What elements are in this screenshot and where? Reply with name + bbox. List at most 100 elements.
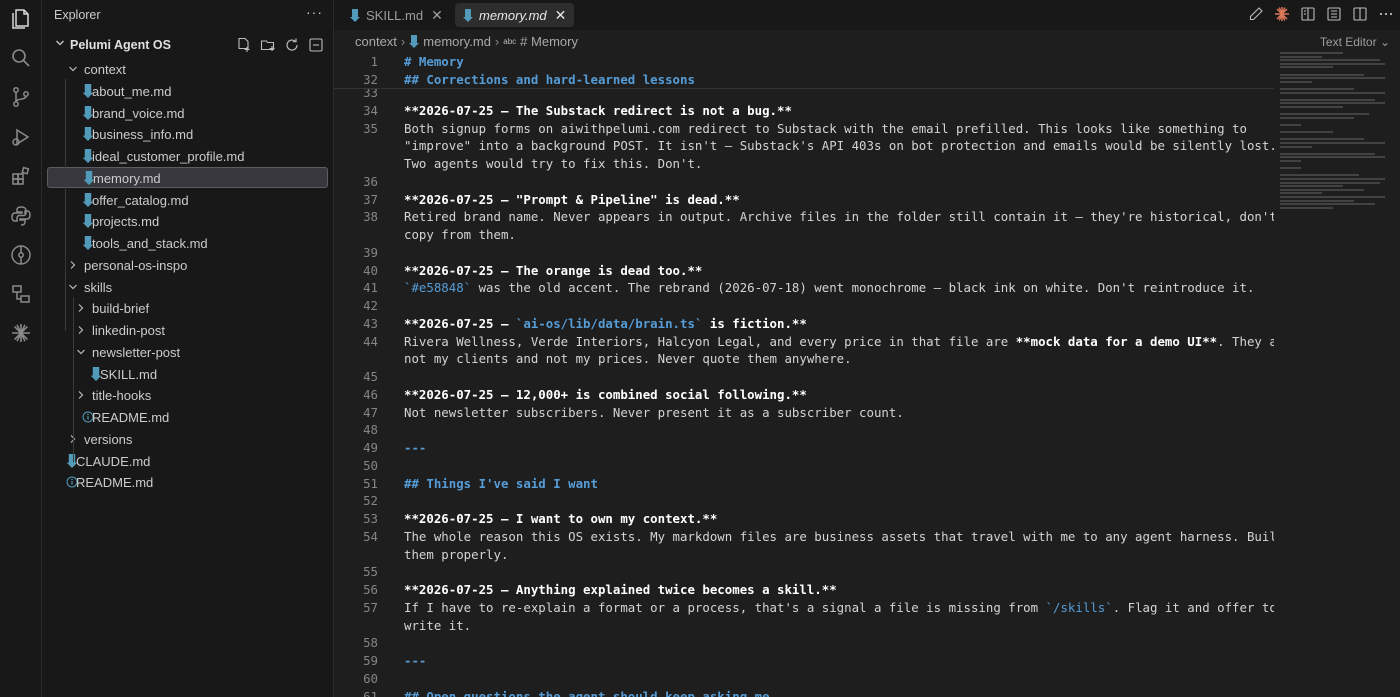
code-line[interactable]: The whole reason this OS exists. My mark… [404, 529, 1274, 544]
code-line[interactable]: **2026-07-25 — Anything explained twice … [404, 582, 837, 597]
code-line[interactable]: `#e58848` was the old accent. The rebran… [404, 280, 1254, 295]
gitlens-icon[interactable] [6, 240, 36, 270]
markdown-heading[interactable]: ## Things I've said I want [404, 476, 598, 491]
tree-item-label: brand_voice.md [92, 105, 185, 121]
code-line[interactable]: write it. [404, 618, 471, 633]
tree-file[interactable]: business_info.md [42, 124, 334, 145]
chevron-right-icon [78, 326, 84, 334]
tree-file[interactable]: memory.md [47, 166, 328, 188]
source-control-icon[interactable] [6, 82, 36, 112]
code-editor[interactable]: 33 34 **2026-07-25 — The Substack redirect… [334, 52, 1274, 697]
markdown-rule[interactable]: --- [404, 440, 426, 455]
breadcrumb-symbol[interactable]: # Memory [520, 34, 578, 49]
close-icon[interactable]: ✕ [431, 7, 443, 24]
new-file-icon[interactable] [236, 37, 252, 53]
markdown-file-icon [350, 8, 360, 22]
code-line[interactable]: **2026-07-25 — 12,000+ is combined socia… [404, 387, 807, 402]
line-number: 56 [363, 582, 378, 597]
close-icon[interactable]: ✕ [555, 7, 567, 24]
minimap-line [1280, 185, 1343, 188]
minimap-line [1280, 199, 1354, 202]
code-line[interactable]: **2026-07-25 — `ai-os/lib/data/brain.ts`… [404, 316, 807, 331]
code-line[interactable]: **2026-07-25 — I want to own my context.… [404, 511, 717, 526]
code-line[interactable]: Retired brand name. Never appears in out… [404, 209, 1274, 224]
minimap-line [1280, 98, 1375, 101]
split-editor-icon[interactable] [1352, 6, 1368, 22]
refresh-icon[interactable] [284, 37, 300, 53]
tree-folder[interactable]: newsletter-post [42, 342, 334, 363]
tree-file[interactable]: README.md [42, 407, 334, 428]
code-line[interactable]: **2026-07-25 — The Substack redirect is … [404, 103, 792, 118]
tree-file[interactable]: README.md [42, 472, 334, 493]
tab-memory-md[interactable]: memory.md ✕ [455, 3, 575, 27]
open-preview-icon[interactable] [1300, 6, 1316, 22]
search-icon[interactable] [6, 43, 36, 73]
tree-item-label: skills [84, 279, 113, 295]
line-number: 47 [363, 404, 378, 420]
tree-file[interactable]: about_me.md [42, 81, 334, 102]
code-line[interactable]: **2026-07-25 — The orange is dead too.** [404, 263, 702, 278]
run-debug-icon[interactable] [6, 122, 36, 152]
tree-file[interactable]: offer_catalog.md [42, 190, 334, 211]
tree-file[interactable]: projects.md [42, 211, 334, 232]
code-line[interactable]: **2026-07-25 — "Prompt & Pipeline" is de… [404, 192, 740, 207]
compare-icon[interactable] [1326, 6, 1342, 22]
tree-file[interactable]: brand_voice.md [42, 103, 334, 124]
claude-icon[interactable] [1274, 6, 1290, 22]
chevron-right-icon: › [400, 34, 406, 49]
line-number: 32 [363, 71, 378, 87]
breadcrumb-folder[interactable]: context [355, 34, 397, 49]
tree-item-label: newsletter-post [92, 344, 181, 360]
edit-pencil-icon[interactable] [1248, 6, 1264, 22]
breadcrumb-file[interactable]: memory.md [423, 34, 491, 49]
sticky-line[interactable]: ## Corrections and hard-learned lessons [404, 72, 695, 87]
extensions-icon[interactable] [6, 161, 36, 191]
sticky-scroll-header[interactable]: 1 # Memory 32 ## Corrections and hard-learn… [334, 52, 1274, 89]
code-line[interactable]: Both signup forms on aiwithpelumi.com re… [404, 121, 1247, 136]
tab-skill-md[interactable]: SKILL.md ✕ [342, 3, 451, 27]
code-line[interactable]: them properly. [404, 547, 508, 562]
tree-folder[interactable]: skills [42, 277, 334, 298]
indent-guide [73, 297, 74, 462]
code-line[interactable]: not my clients and not my prices. Never … [404, 351, 852, 366]
sticky-line[interactable]: # Memory [404, 54, 464, 69]
tree-folder[interactable]: versions [42, 429, 334, 450]
explorer-icon[interactable] [6, 4, 36, 34]
claude-icon[interactable] [6, 318, 36, 348]
tree-file[interactable]: CLAUDE.md [42, 451, 334, 472]
markdown-heading[interactable]: ## Open questions the agent should keep … [404, 689, 770, 697]
tree-item-label: personal-os-inspo [84, 257, 188, 273]
minimap-line [1280, 124, 1301, 126]
editor-mode-select[interactable]: Text Editor ⌄ [1320, 35, 1390, 49]
code-line[interactable]: If I have to re-explain a format or a pr… [404, 600, 1274, 615]
code-line[interactable]: Not newsletter subscribers. Never presen… [404, 405, 904, 420]
more-actions-icon[interactable] [1378, 6, 1394, 22]
markdown-rule[interactable]: --- [404, 653, 426, 668]
minimap[interactable] [1274, 50, 1394, 250]
python-icon[interactable] [6, 201, 36, 231]
editor-mode-label: Text Editor [1319, 35, 1377, 49]
workspace-header[interactable]: Pelumi Agent OS [42, 34, 334, 56]
code-line[interactable]: copy from them. [404, 227, 516, 242]
tree-file[interactable]: tools_and_stack.md [42, 233, 334, 254]
tree-folder[interactable]: title-hooks [42, 385, 334, 406]
code-line[interactable]: Two agents would try to fix this. Don't. [404, 156, 702, 171]
minimap-line [1280, 188, 1364, 191]
tree-item-label: SKILL.md [100, 366, 158, 382]
remote-explorer-icon[interactable] [6, 279, 36, 309]
tree-folder[interactable]: build-brief [42, 298, 334, 319]
minimap-line [1280, 152, 1375, 155]
activity-bar [0, 0, 42, 697]
markdown-file-icon [463, 8, 473, 22]
tree-file[interactable]: ideal_customer_profile.md [42, 146, 334, 167]
code-line[interactable]: Rivera Wellness, Verde Interiors, Halcyo… [404, 334, 1274, 349]
collapse-all-icon[interactable] [308, 37, 324, 53]
more-actions-icon[interactable]: ··· [306, 4, 323, 20]
new-folder-icon[interactable] [260, 37, 276, 53]
code-line[interactable]: "improve" into a background POST. It isn… [404, 138, 1274, 153]
tree-folder[interactable]: personal-os-inspo [42, 255, 334, 276]
minimap-line [1280, 73, 1364, 76]
tree-file[interactable]: SKILL.md [42, 364, 334, 385]
tree-folder[interactable]: context [42, 59, 334, 80]
tree-folder[interactable]: linkedin-post [42, 320, 334, 341]
